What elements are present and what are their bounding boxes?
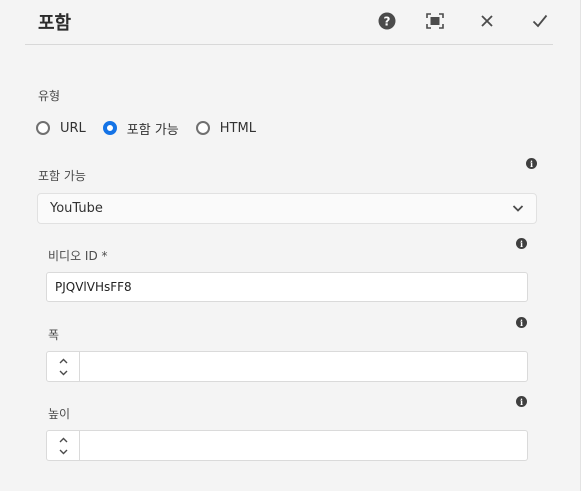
chevron-down-icon — [512, 205, 524, 212]
fullscreen-button[interactable] — [422, 8, 448, 34]
height-label: 높이 — [48, 407, 71, 421]
radio-button[interactable] — [36, 121, 50, 135]
embeddable-label: 포함 가능 — [38, 169, 86, 183]
done-button[interactable] — [527, 8, 553, 34]
height-input[interactable] — [80, 431, 527, 460]
radio-button-selected[interactable] — [102, 121, 117, 135]
embeddable-select[interactable]: YouTube — [37, 193, 537, 224]
radio-button[interactable] — [195, 121, 210, 135]
embeddable-selected-value: YouTube — [50, 201, 103, 216]
radio-label: HTML — [219, 120, 256, 136]
video-id-label: 비디오 ID * — [48, 249, 108, 263]
embed-dialog: 포함 ? 유형 URL 포함 가능 HTML 포함 가능 i YouTube 비… — [0, 0, 581, 491]
decrement-button[interactable] — [59, 446, 68, 458]
info-icon[interactable]: i — [526, 158, 537, 169]
radio-label: URL — [60, 120, 86, 136]
type-label: 유형 — [38, 89, 61, 103]
height-stepper — [47, 431, 80, 460]
fullscreen-icon — [426, 13, 444, 29]
dialog-header: 포함 ? — [25, 0, 553, 45]
help-button[interactable]: ? — [374, 8, 400, 34]
close-icon — [481, 15, 493, 27]
chevron-down-icon — [59, 370, 67, 375]
info-icon[interactable]: i — [516, 238, 527, 249]
width-number-field — [46, 351, 528, 382]
decrement-button[interactable] — [59, 367, 68, 379]
dialog-title: 포함 — [38, 13, 72, 34]
help-icon: ? — [378, 12, 396, 30]
radio-embeddable[interactable]: 포함 가능 — [102, 119, 179, 138]
chevron-down-icon — [59, 449, 67, 454]
height-number-field — [46, 430, 528, 461]
width-label: 폭 — [48, 328, 60, 342]
type-radio-group: URL 포함 가능 HTML — [36, 118, 273, 138]
close-button[interactable] — [474, 8, 500, 34]
width-input[interactable] — [80, 352, 527, 381]
checkmark-icon — [532, 14, 548, 28]
radio-html[interactable]: HTML — [195, 120, 256, 136]
info-icon[interactable]: i — [516, 396, 527, 407]
increment-button[interactable] — [59, 355, 68, 367]
svg-text:?: ? — [384, 15, 391, 29]
video-id-input[interactable] — [46, 272, 528, 302]
chevron-up-icon — [59, 437, 67, 442]
width-stepper — [47, 352, 80, 381]
chevron-up-icon — [59, 358, 67, 363]
increment-button[interactable] — [59, 434, 68, 446]
radio-url[interactable]: URL — [36, 121, 86, 136]
radio-label: 포함 가능 — [126, 122, 179, 138]
info-icon[interactable]: i — [516, 317, 527, 328]
